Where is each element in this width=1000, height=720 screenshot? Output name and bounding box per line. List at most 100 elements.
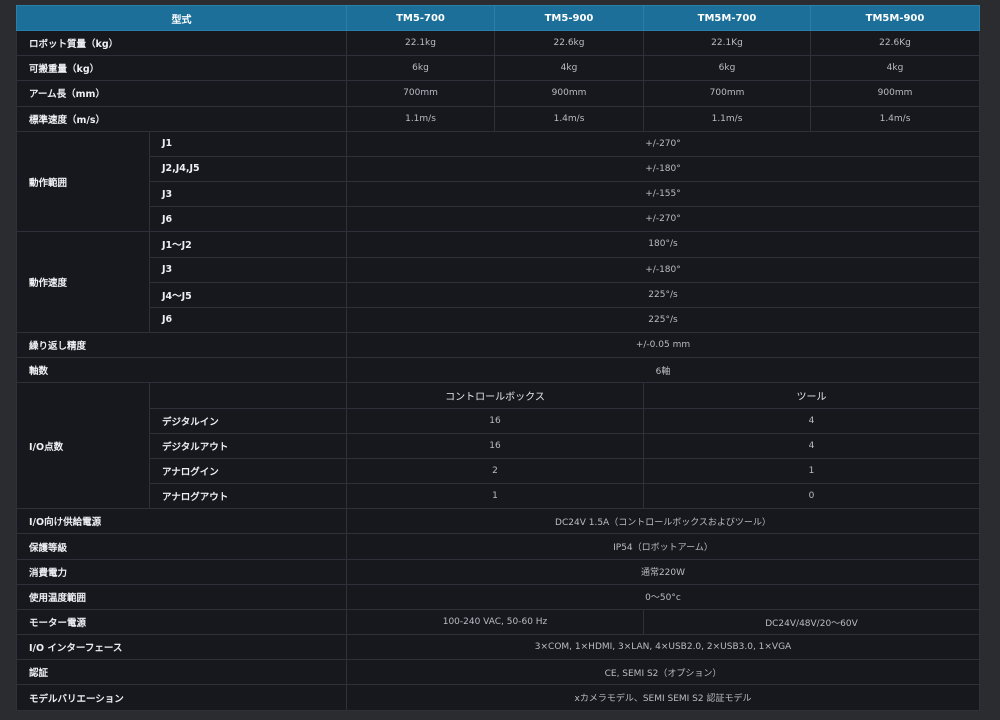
row-motion-speed-j1j2: 動作速度 J1～J2 180°/s bbox=[16, 231, 980, 334]
io-col-controlbox: コントロールボックス bbox=[346, 382, 644, 409]
value-cell: 4kg bbox=[494, 55, 644, 82]
label-motion-speed: 動作速度 bbox=[16, 231, 150, 334]
value-cell: 4 bbox=[643, 432, 980, 459]
row-repeatability: 繰り返し精度 +/-0.05 mm bbox=[16, 332, 980, 359]
row-temp-range: 使用温度範囲 0～50°c bbox=[16, 583, 980, 610]
row-motor-power: モーター電源 100-240 VAC, 50-60 Hz DC24V/48V/2… bbox=[16, 608, 980, 636]
value-cell: IP54（ロボットアーム） bbox=[346, 533, 980, 560]
label-power-consumption: 消費電力 bbox=[16, 558, 347, 585]
value-cell: DC24V/48V/20～60V bbox=[643, 608, 980, 636]
io-col-tool: ツール bbox=[643, 382, 980, 409]
row-io-digital-out: デジタルアウト 16 4 bbox=[17, 432, 980, 459]
label-protection: 保護等級 bbox=[16, 533, 347, 560]
value-cell: 700mm bbox=[643, 80, 811, 107]
joint-label: J3 bbox=[149, 256, 347, 283]
label-temp-range: 使用温度範囲 bbox=[16, 583, 347, 610]
label-io-power: I/O向け供給電源 bbox=[16, 508, 347, 535]
row-motion-range-j3: J3 +/-155° bbox=[17, 181, 980, 208]
value-cell: 1.4m/s bbox=[810, 105, 980, 132]
value-cell: 1 bbox=[643, 457, 980, 485]
value-cell: 1.1m/s bbox=[346, 105, 495, 132]
header-row: 型式 TM5-700 TM5-900 TM5M-700 TM5M-900 bbox=[16, 5, 980, 31]
value-cell: DC24V 1.5A（コントロールボックスおよびツール） bbox=[346, 508, 980, 535]
value-cell: 1 bbox=[346, 483, 644, 510]
value-cell: 16 bbox=[346, 407, 644, 434]
row-power-consumption: 消費電力 通常220W bbox=[16, 558, 980, 585]
value-cell: 通常220W bbox=[346, 558, 980, 585]
value-cell: 4 bbox=[643, 407, 980, 434]
io-row-label: デジタルアウト bbox=[149, 432, 347, 459]
row-protection: 保護等級 IP54（ロボットアーム） bbox=[16, 533, 980, 560]
label-axes: 軸数 bbox=[16, 357, 347, 384]
header-model: 型式 bbox=[16, 5, 347, 31]
value-cell: 0～50°c bbox=[346, 583, 980, 610]
label-repeatability: 繰り返し精度 bbox=[16, 332, 347, 359]
label-certification: 認証 bbox=[16, 659, 347, 686]
value-cell: 1.1m/s bbox=[643, 105, 811, 132]
label-std-speed: 標準速度（m/s） bbox=[16, 105, 347, 132]
row-io-header: I/O点数 コントロールボックス ツール bbox=[16, 382, 980, 510]
value-cell: CE, SEMI S2（オプション） bbox=[346, 659, 980, 686]
label-io-count: I/O点数 bbox=[16, 382, 150, 510]
value-cell: 900mm bbox=[494, 80, 644, 107]
row-motion-speed-j4j5: J4～J5 225°/s bbox=[17, 281, 980, 308]
io-row-label: デジタルイン bbox=[149, 407, 347, 434]
value-cell: 22.6kg bbox=[494, 29, 644, 57]
value-cell: 3×COM, 1×HDMI, 3×LAN, 4×USB2.0, 2×USB3.0… bbox=[346, 634, 980, 661]
value-cell: 2 bbox=[346, 457, 644, 485]
value-cell: +/-180° bbox=[346, 155, 980, 183]
label-model-variation: モデルバリエーション bbox=[16, 684, 347, 711]
value-cell: 16 bbox=[346, 432, 644, 459]
joint-label: J6 bbox=[149, 206, 347, 233]
row-io-analog-in: アナログイン 2 1 bbox=[17, 457, 980, 485]
joint-label: J1 bbox=[149, 130, 347, 157]
row-io-digital-in: デジタルイン 16 4 bbox=[17, 407, 980, 434]
value-cell: 22.6Kg bbox=[810, 29, 980, 57]
value-cell: 0 bbox=[643, 483, 980, 510]
row-motion-speed-j6: J6 225°/s bbox=[17, 306, 980, 334]
row-model-variation: モデルバリエーション xカメラモデル、SEMI SEMI S2 認証モデル bbox=[16, 684, 980, 711]
row-io-interface: I/O インターフェース 3×COM, 1×HDMI, 3×LAN, 4×USB… bbox=[16, 634, 980, 661]
row-io-power: I/O向け供給電源 DC24V 1.5A（コントロールボックスおよびツール） bbox=[16, 508, 980, 535]
value-cell: 900mm bbox=[810, 80, 980, 107]
header-tm5-900: TM5-900 bbox=[494, 5, 644, 31]
header-tm5m-900: TM5M-900 bbox=[810, 5, 980, 31]
row-payload: 可搬重量（kg） 6kg 4kg 6kg 4kg bbox=[16, 55, 980, 82]
row-io-analog-out: アナログアウト 1 0 bbox=[17, 483, 980, 510]
row-axes: 軸数 6軸 bbox=[16, 357, 980, 384]
row-std-speed: 標準速度（m/s） 1.1m/s 1.4m/s 1.1m/s 1.4m/s bbox=[16, 105, 980, 132]
joint-label: J4～J5 bbox=[149, 281, 347, 308]
row-certification: 認証 CE, SEMI S2（オプション） bbox=[16, 659, 980, 686]
row-motion-range-j1: 動作範囲 J1 +/-270° bbox=[16, 130, 980, 233]
label-robot-weight: ロボット質量（kg） bbox=[16, 29, 347, 57]
value-cell: 22.1kg bbox=[346, 29, 495, 57]
joint-label: J1～J2 bbox=[149, 231, 347, 258]
row-robot-weight: ロボット質量（kg） 22.1kg 22.6kg 22.1Kg 22.6Kg bbox=[16, 29, 980, 57]
joint-label: J6 bbox=[149, 306, 347, 334]
value-cell: 6軸 bbox=[346, 357, 980, 384]
value-cell: 180°/s bbox=[346, 231, 980, 258]
value-cell: +/-180° bbox=[346, 256, 980, 283]
label-payload: 可搬重量（kg） bbox=[16, 55, 347, 82]
value-cell: 6kg bbox=[346, 55, 495, 82]
value-cell: 6kg bbox=[643, 55, 811, 82]
label-io-interface: I/O インターフェース bbox=[16, 634, 347, 661]
value-cell: +/-155° bbox=[346, 181, 980, 208]
joint-label: J3 bbox=[149, 181, 347, 208]
io-row-label: アナログアウト bbox=[149, 483, 347, 510]
label-motor-power: モーター電源 bbox=[16, 608, 347, 636]
value-cell: 225°/s bbox=[346, 281, 980, 308]
spec-table: 型式 TM5-700 TM5-900 TM5M-700 TM5M-900 ロボッ… bbox=[16, 5, 980, 711]
value-cell: 225°/s bbox=[346, 306, 980, 334]
io-empty-cell bbox=[149, 382, 347, 409]
label-arm-length: アーム長（mm） bbox=[16, 80, 347, 107]
row-arm-length: アーム長（mm） 700mm 900mm 700mm 900mm bbox=[16, 80, 980, 107]
value-cell: 1.4m/s bbox=[494, 105, 644, 132]
row-motion-speed-j3: J3 +/-180° bbox=[17, 256, 980, 283]
value-cell: +/-0.05 mm bbox=[346, 332, 980, 359]
value-cell: 100-240 VAC, 50-60 Hz bbox=[346, 608, 644, 636]
label-motion-range: 動作範囲 bbox=[16, 130, 150, 233]
header-tm5m-700: TM5M-700 bbox=[643, 5, 811, 31]
value-cell: xカメラモデル、SEMI SEMI S2 認証モデル bbox=[346, 684, 980, 711]
value-cell: +/-270° bbox=[346, 206, 980, 233]
